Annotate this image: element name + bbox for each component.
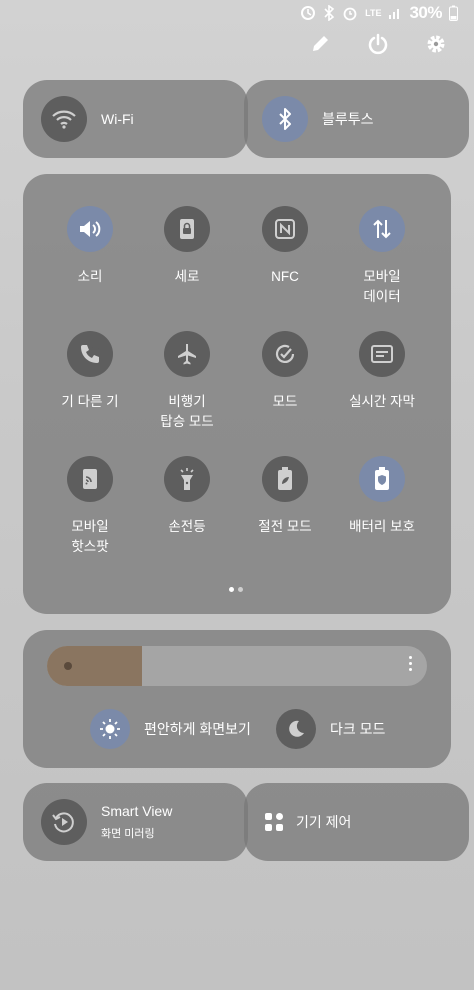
smart-view-subtitle: 화면 미러링	[101, 828, 155, 840]
page-indicator	[229, 587, 243, 592]
gear-icon[interactable]	[424, 32, 448, 56]
device-control-label: 기기 제어	[296, 814, 352, 830]
tile-nfc-label: NFC	[271, 269, 299, 284]
wifi-label: Wi-Fi	[101, 111, 134, 127]
tile-mobile-data-label: 모바일 데이터	[363, 269, 401, 304]
top-actions	[308, 32, 448, 56]
flashlight-icon	[164, 456, 210, 502]
call-sync-icon	[67, 331, 113, 377]
brightness-knob[interactable]	[64, 662, 72, 670]
hotspot-icon	[67, 456, 113, 502]
lock-rotation-icon	[164, 206, 210, 252]
smart-view-text: Smart View 화면 미러링	[101, 803, 172, 841]
smart-view-title: Smart View	[101, 803, 173, 819]
tile-sound[interactable]: 소리	[40, 206, 140, 287]
tile-call-other-device[interactable]: 기 다른 기	[40, 331, 140, 412]
pencil-icon[interactable]	[308, 32, 332, 56]
status-bar: LTE 30%	[300, 0, 474, 26]
tile-portrait[interactable]: 세로	[137, 206, 237, 287]
battery-percent: 30%	[409, 3, 442, 22]
tile-modes[interactable]: 모드	[235, 331, 335, 412]
brightness-panel: 편안하게 화면보기 다크 모드	[23, 630, 451, 768]
tile-battery-protect-label: 배터리 보호	[349, 519, 415, 534]
tile-live-caption-label: 실시간 자막	[349, 394, 415, 409]
tile-live-caption[interactable]: 실시간 자막	[332, 331, 432, 412]
network-type: LTE	[365, 7, 382, 18]
tile-hotspot-label: 모바일 핫스팟	[71, 519, 109, 554]
tile-airplane-label: 비행기 탑승 모드	[160, 394, 214, 429]
tile-flashlight[interactable]: 손전등	[137, 456, 237, 537]
smart-view-button[interactable]: Smart View 화면 미러링	[23, 783, 248, 861]
tile-power-saving-label: 절전 모드	[258, 519, 312, 534]
quick-settings-panel: 소리 세로 NFC 모바일 데이터 기 다른 기 비행기 탑승 모드 모드 실시…	[23, 174, 451, 614]
brightness-fill	[47, 646, 142, 686]
battery-protect-icon	[359, 456, 405, 502]
eye-comfort-label: 편안하게 화면보기	[144, 721, 251, 737]
wifi-toggle[interactable]: Wi-Fi	[23, 80, 248, 158]
device-grid-icon	[262, 810, 286, 834]
tile-call-other-device-label: 기 다른 기	[61, 394, 119, 409]
power-saving-icon	[262, 456, 308, 502]
tile-sound-label: 소리	[77, 269, 103, 284]
eye-comfort-toggle[interactable]: 편안하게 화면보기	[90, 709, 251, 749]
tile-modes-label: 모드	[272, 394, 298, 409]
wifi-icon	[41, 96, 87, 142]
more-options-icon[interactable]	[409, 656, 413, 671]
tile-flashlight-label: 손전등	[168, 519, 206, 534]
brightness-slider[interactable]	[47, 646, 427, 686]
tile-mobile-data[interactable]: 모바일 데이터	[332, 206, 432, 307]
tile-power-saving[interactable]: 절전 모드	[235, 456, 335, 537]
page-dot-1	[229, 587, 234, 592]
bluetooth-label: 블루투스	[322, 111, 374, 127]
moon-icon	[276, 709, 316, 749]
power-icon[interactable]	[366, 32, 390, 56]
smart-view-icon	[41, 799, 87, 845]
dark-mode-label: 다크 모드	[330, 721, 386, 737]
tile-nfc[interactable]: NFC	[235, 206, 335, 287]
bluetooth-toggle[interactable]: 블루투스	[244, 80, 469, 158]
signal-icon	[389, 9, 400, 19]
sun-icon	[90, 709, 130, 749]
tile-battery-protect[interactable]: 배터리 보호	[332, 456, 432, 537]
caption-icon	[359, 331, 405, 377]
airplane-icon	[164, 331, 210, 377]
speaker-icon	[67, 206, 113, 252]
alarm-icon	[343, 7, 357, 21]
dark-mode-toggle[interactable]: 다크 모드	[276, 709, 385, 749]
device-control-button[interactable]: 기기 제어	[244, 783, 469, 861]
page-dot-2	[238, 587, 243, 592]
data-arrows-icon	[359, 206, 405, 252]
data-saver-icon	[301, 6, 316, 20]
bluetooth-status-icon	[324, 5, 335, 21]
nfc-icon	[262, 206, 308, 252]
mode-check-icon	[262, 331, 308, 377]
tile-hotspot[interactable]: 모바일 핫스팟	[40, 456, 140, 557]
tile-airplane[interactable]: 비행기 탑승 모드	[137, 331, 237, 432]
bluetooth-icon	[262, 96, 308, 142]
battery-icon	[449, 5, 458, 21]
tile-portrait-label: 세로	[174, 269, 200, 284]
